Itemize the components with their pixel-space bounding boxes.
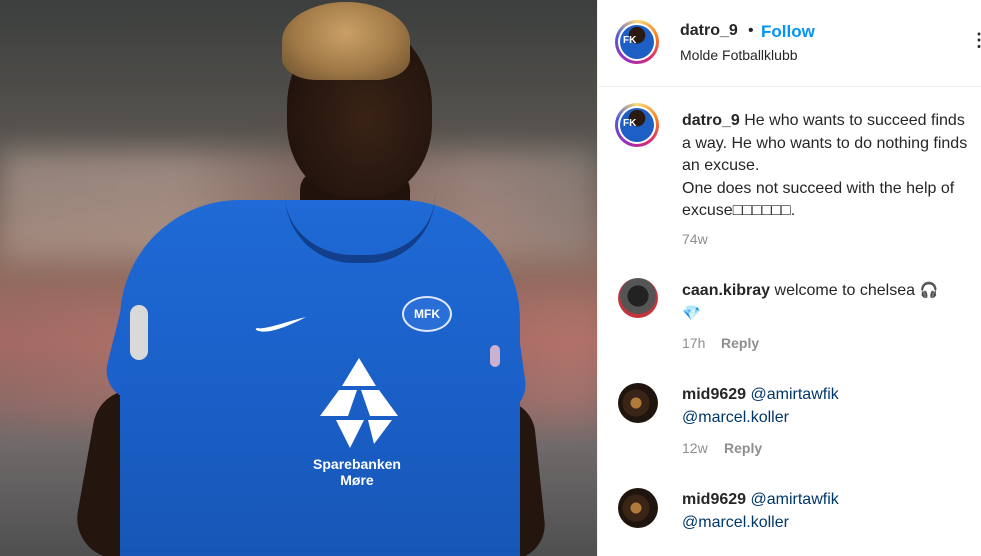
caption-body-2: One does not succeed with the help of ex… <box>682 179 955 220</box>
nike-swoosh-icon <box>255 317 306 332</box>
comment-username[interactable]: caan.kibray <box>682 282 770 299</box>
headphones-emoji-icon: 🎧 <box>919 282 939 299</box>
author-avatar[interactable]: FK <box>615 20 659 64</box>
comment-mention[interactable]: @marcel.koller <box>682 409 789 426</box>
sponsor-name-line1: Sparebanken <box>313 456 401 472</box>
comment-username[interactable]: mid9629 <box>682 491 746 508</box>
post-header: FK datro_9 • Follow Molde Fotballklubb ⋮ <box>598 0 981 87</box>
comment: mid9629 @amirtawfik @marcel.koller <box>682 489 972 534</box>
more-options-icon[interactable]: ⋮ <box>970 30 981 51</box>
player-hair <box>282 2 410 80</box>
comment-avatar[interactable] <box>618 383 658 423</box>
comment-avatar[interactable] <box>618 488 658 528</box>
comment-mention[interactable]: @amirtawfik <box>751 386 839 403</box>
comment-avatar[interactable] <box>618 278 658 318</box>
follow-button[interactable]: Follow <box>761 22 815 42</box>
comment-timestamp[interactable]: 12w <box>682 440 708 456</box>
comment-username[interactable]: mid9629 <box>682 386 746 403</box>
caption-timestamp[interactable]: 74w <box>682 231 708 247</box>
comment-mention[interactable]: @marcel.koller <box>682 514 789 531</box>
caption-username[interactable]: datro_9 <box>682 112 740 129</box>
post-caption: datro_9 He who wants to succeed finds a … <box>682 110 972 223</box>
comment: mid9629 @amirtawfik @marcel.koller <box>682 384 972 429</box>
sponsor-logo <box>320 358 398 448</box>
post-side-panel: FK datro_9 • Follow Molde Fotballklubb ⋮… <box>597 0 981 556</box>
post-location[interactable]: Molde Fotballklubb <box>680 47 798 63</box>
sleeve-patch-left <box>130 305 148 360</box>
club-badge: MFK <box>402 296 452 332</box>
sponsor-name-line2: Møre <box>340 472 374 488</box>
reply-button[interactable]: Reply <box>724 440 762 456</box>
reply-button[interactable]: Reply <box>721 335 759 351</box>
caption-symbols: □□□□□□. <box>732 202 796 219</box>
comment: caan.kibray welcome to chelsea 🎧 💎 <box>682 280 972 325</box>
comment-body: welcome to chelsea <box>774 282 916 299</box>
sleeve-patch-right <box>490 345 500 367</box>
comment-mention[interactable]: @amirtawfik <box>751 491 839 508</box>
gem-emoji-icon: 💎 <box>682 304 701 322</box>
caption-author-avatar[interactable]: FK <box>615 103 659 147</box>
author-username[interactable]: datro_9 <box>680 22 738 40</box>
comment-timestamp[interactable]: 17h <box>682 335 705 351</box>
sponsor-name: Sparebanken Møre <box>305 456 409 488</box>
follow-separator: • <box>748 22 754 39</box>
post-photo[interactable]: MFK Sparebanken Møre <box>0 0 597 556</box>
